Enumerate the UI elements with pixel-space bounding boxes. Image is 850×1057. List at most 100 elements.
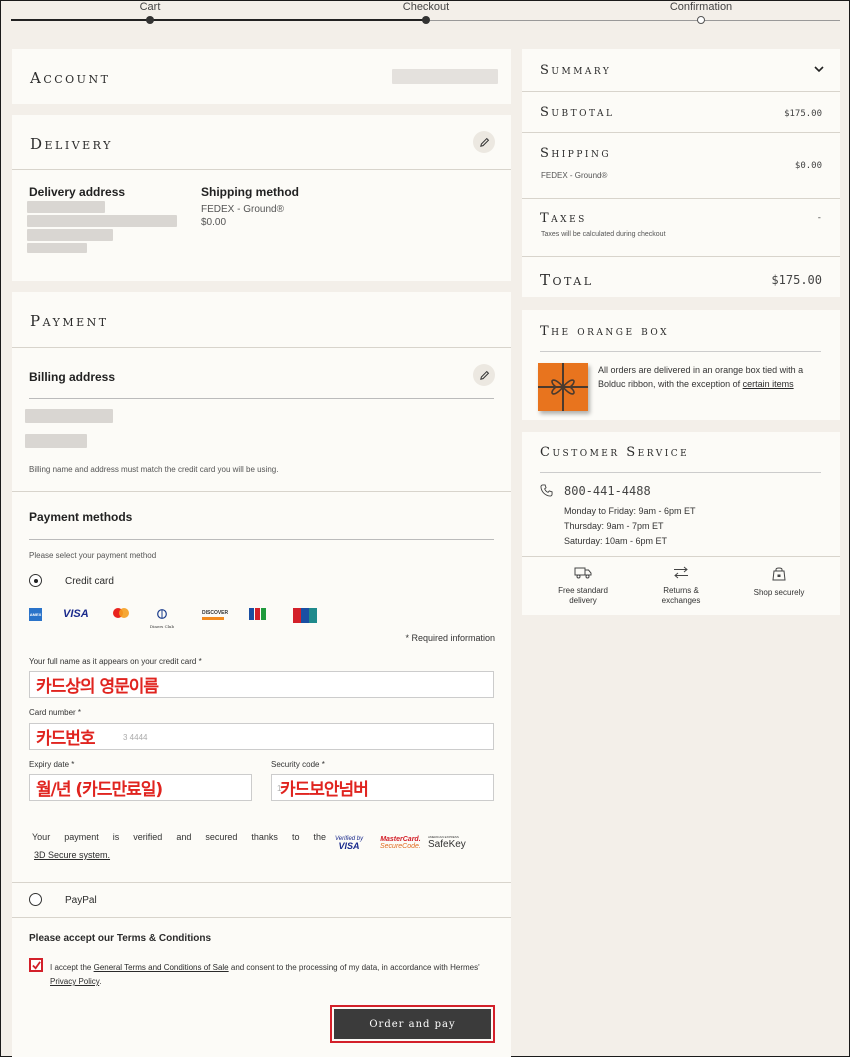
- feature-free-delivery-label: Free standard delivery: [558, 586, 608, 605]
- shipping-method-label: Shipping method: [201, 185, 299, 199]
- terms-divider: [12, 917, 511, 918]
- checkout-progress: Cart Checkout Confirmation: [11, 1, 840, 27]
- feature-free-delivery[interactable]: Free standard delivery: [544, 566, 622, 606]
- customer-service-title: Customer Service: [540, 445, 690, 460]
- required-note: * Required information: [405, 633, 495, 643]
- terms-text: I accept the General Terms and Condition…: [50, 963, 480, 986]
- orange-box-text: All orders are delivered in an orange bo…: [598, 365, 804, 389]
- summary-divider: [522, 91, 840, 92]
- shopping-bag-lock-icon: [772, 567, 786, 581]
- progress-line-remaining: [426, 19, 840, 21]
- account-section: Account: [12, 49, 511, 104]
- feature-shop-securely[interactable]: Shop securely: [744, 566, 814, 598]
- orange-box-divider: [540, 351, 821, 352]
- delivery-title: Delivery: [30, 135, 113, 153]
- 3d-secure-link[interactable]: 3D Secure system.: [34, 850, 110, 860]
- security-code-annotation: 카드보안넘버: [280, 780, 369, 800]
- amex-safekey-logo: AMERICAN EXPRESS SafeKey: [428, 835, 466, 851]
- visa-logo: VISA: [63, 608, 89, 620]
- orange-box-section: The orange box All orders are delivered …: [522, 310, 840, 420]
- card-number-input[interactable]: 3 4444: [29, 723, 494, 750]
- step-checkout-label: Checkout: [402, 1, 450, 13]
- credit-card-radio[interactable]: [29, 574, 42, 587]
- exchange-arrows-icon: [674, 566, 688, 579]
- checkmark-icon: [31, 960, 41, 970]
- security-code-label: Security code *: [271, 760, 325, 769]
- billing-note: Billing name and address must match the …: [29, 465, 279, 474]
- edit-delivery-button[interactable]: [473, 131, 495, 153]
- shipping-price-value: $0.00: [201, 217, 227, 228]
- customer-service-divider: [540, 472, 821, 473]
- delivery-address-label: Delivery address: [29, 185, 126, 199]
- taxes-note: Taxes will be calculated during checkout: [541, 231, 666, 238]
- taxes-label: Taxes: [540, 211, 587, 226]
- pencil-icon: [479, 370, 489, 380]
- billing-line-redacted: [25, 409, 113, 423]
- amex-logo: AMEX: [29, 608, 42, 621]
- payment-divider: [12, 347, 511, 348]
- subtotal-value: $175.00: [784, 109, 822, 119]
- payment-methods-line: [29, 539, 494, 540]
- credit-card-label[interactable]: Credit card: [65, 576, 114, 587]
- step-cart-label[interactable]: Cart: [140, 1, 161, 13]
- subtotal-label: Subtotal: [540, 105, 615, 120]
- phone-icon: [540, 484, 553, 497]
- cardholder-name-annotation: 카드상의 영문이름: [36, 677, 159, 697]
- account-email-redacted: [392, 69, 498, 84]
- paypal-label[interactable]: PayPal: [65, 895, 97, 906]
- secure-text: Your payment is verified and secured tha…: [32, 832, 326, 842]
- certain-items-link[interactable]: certain items: [743, 379, 794, 389]
- verified-by-visa-logo: Verified by VISA: [335, 836, 364, 851]
- mastercard-securecode-logo: MasterCard. SecureCode.: [380, 836, 421, 851]
- address-line-redacted: [27, 243, 87, 253]
- pencil-icon: [479, 137, 489, 147]
- taxes-value: -: [816, 213, 822, 223]
- terms-checkbox[interactable]: [29, 958, 43, 972]
- summary-title: Summary: [540, 63, 612, 78]
- payment-section: Payment Billing address Billing name and…: [12, 292, 511, 1057]
- paypal-divider: [12, 882, 511, 883]
- total-value: $175.00: [771, 273, 822, 287]
- step-confirmation-label: Confirmation: [669, 1, 733, 13]
- paypal-radio[interactable]: [29, 893, 42, 906]
- delivery-section: Delivery Delivery address Shipping metho…: [12, 115, 511, 281]
- hours-saturday: Saturday: 10am - 6pm ET: [564, 536, 668, 546]
- shipping-method-summary: FEDEX - Ground®: [541, 171, 608, 180]
- card-number-placeholder: 3 4444: [123, 733, 148, 742]
- phone-number[interactable]: 800-441-4488: [564, 484, 651, 498]
- payment-methods-label: Payment methods: [29, 510, 133, 524]
- summary-divider: [522, 132, 840, 133]
- payment-methods-note: Please select your payment method: [29, 551, 157, 560]
- step-confirmation-dot: [697, 16, 705, 24]
- feature-returns-label: Returns & exchanges: [661, 586, 701, 605]
- step-cart-dot: [146, 16, 154, 24]
- truck-icon: [574, 567, 592, 579]
- terms-title: Please accept our Terms & Conditions: [29, 933, 212, 944]
- shipping-value: $0.00: [794, 161, 822, 171]
- card-number-annotation: 카드번호: [36, 729, 96, 749]
- feature-shop-securely-label: Shop securely: [753, 588, 805, 597]
- orange-box-image: [538, 363, 588, 411]
- payment-methods-divider: [12, 491, 511, 492]
- expiry-date-annotation: 월/년 (카드만료일): [36, 780, 163, 800]
- card-number-label: Card number *: [29, 708, 82, 717]
- feature-returns[interactable]: Returns & exchanges: [646, 566, 716, 606]
- edit-billing-button[interactable]: [473, 364, 495, 386]
- progress-line-complete: [11, 19, 426, 21]
- hours-weekday: Monday to Friday: 9am - 6pm ET: [564, 506, 696, 516]
- privacy-policy-link[interactable]: Privacy Policy: [50, 977, 99, 986]
- unionpay-logo: [293, 608, 317, 623]
- payment-title: Payment: [30, 312, 109, 330]
- diners-club-logo: Diners Club: [148, 606, 176, 629]
- shipping-label: Shipping: [540, 146, 612, 161]
- address-line-redacted: [27, 201, 105, 213]
- summary-divider: [522, 256, 840, 257]
- total-label: Total: [540, 271, 594, 289]
- customer-service-section: Customer Service 800-441-4488 Monday to …: [522, 432, 840, 615]
- step-checkout-dot: [422, 16, 430, 24]
- order-and-pay-button[interactable]: Order and pay: [334, 1009, 491, 1039]
- billing-address-label: Billing address: [29, 370, 116, 384]
- hours-thursday: Thursday: 9am - 7pm ET: [564, 521, 664, 531]
- chevron-down-icon[interactable]: [814, 66, 824, 73]
- terms-of-sale-link[interactable]: General Terms and Conditions of Sale: [94, 963, 229, 972]
